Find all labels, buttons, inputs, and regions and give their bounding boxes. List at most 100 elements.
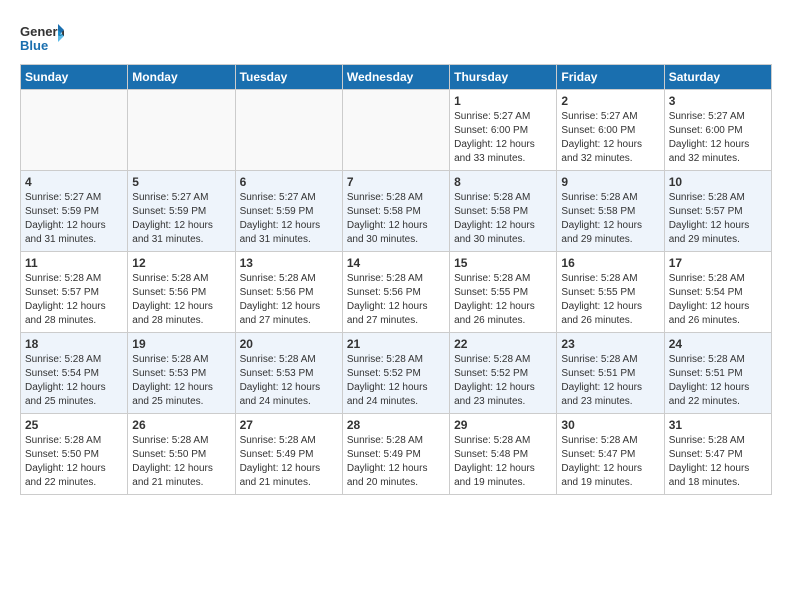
day-number: 23 xyxy=(561,337,659,351)
day-info: Sunrise: 5:28 AMSunset: 5:51 PMDaylight:… xyxy=(561,353,659,409)
calendar-cell: 26 Sunrise: 5:28 AMSunset: 5:50 PMDayligh… xyxy=(128,414,235,495)
svg-text:General: General xyxy=(20,24,64,39)
day-number: 7 xyxy=(347,175,445,189)
day-info: Sunrise: 5:28 AMSunset: 5:57 PMDaylight:… xyxy=(669,191,767,247)
day-info: Sunrise: 5:28 AMSunset: 5:58 PMDaylight:… xyxy=(561,191,659,247)
calendar-header-row: SundayMondayTuesdayWednesdayThursdayFrid… xyxy=(21,65,772,90)
calendar-cell: 16Sunrise: 5:28 AMSunset: 5:55 PMDayligh… xyxy=(557,252,664,333)
day-number: 14 xyxy=(347,256,445,270)
day-number: 12 xyxy=(132,256,230,270)
day-info: Sunrise: 5:28 AMSunset: 5:55 PMDaylight:… xyxy=(561,272,659,328)
col-header-saturday: Saturday xyxy=(664,65,771,90)
logo-icon: General Blue xyxy=(20,20,64,54)
calendar-cell: 23 Sunrise: 5:28 AMSunset: 5:51 PMDayligh… xyxy=(557,333,664,414)
calendar-week-5: 25 Sunrise: 5:28 AMSunset: 5:50 PMDayligh… xyxy=(21,414,772,495)
day-info: Sunrise: 5:28 AMSunset: 5:53 PMDaylight:… xyxy=(240,353,338,409)
day-info: Sunrise: 5:27 AMSunset: 5:59 PMDaylight:… xyxy=(25,191,123,247)
calendar-cell: 15 Sunrise: 5:28 AMSunset: 5:55 PMDayligh… xyxy=(450,252,557,333)
svg-text:Blue: Blue xyxy=(20,38,48,53)
day-info: Sunrise: 5:27 AMSunset: 6:00 PMDaylight:… xyxy=(669,110,767,166)
calendar-cell: 4 Sunrise: 5:27 AMSunset: 5:59 PMDaylight… xyxy=(21,171,128,252)
day-info: Sunrise: 5:28 AMSunset: 5:50 PMDaylight:… xyxy=(25,434,123,490)
day-info: Sunrise: 5:28 AMSunset: 5:56 PMDaylight:… xyxy=(132,272,230,328)
day-number: 20 xyxy=(240,337,338,351)
day-info: Sunrise: 5:28 AMSunset: 5:51 PMDaylight:… xyxy=(669,353,767,409)
calendar-cell: 22Sunrise: 5:28 AMSunset: 5:52 PMDayligh… xyxy=(450,333,557,414)
logo: General Blue xyxy=(20,20,64,54)
col-header-monday: Monday xyxy=(128,65,235,90)
day-number: 26 xyxy=(132,418,230,432)
calendar-cell: 12 Sunrise: 5:28 AMSunset: 5:56 PMDayligh… xyxy=(128,252,235,333)
calendar-cell: 6 Sunrise: 5:27 AMSunset: 5:59 PMDaylight… xyxy=(235,171,342,252)
day-number: 6 xyxy=(240,175,338,189)
day-number: 8 xyxy=(454,175,552,189)
calendar-cell: 1 Sunrise: 5:27 AMSunset: 6:00 PMDaylight… xyxy=(450,90,557,171)
day-info: Sunrise: 5:28 AMSunset: 5:49 PMDaylight:… xyxy=(240,434,338,490)
day-info: Sunrise: 5:28 AMSunset: 5:56 PMDaylight:… xyxy=(347,272,445,328)
col-header-thursday: Thursday xyxy=(450,65,557,90)
calendar-cell: 19Sunrise: 5:28 AMSunset: 5:53 PMDayligh… xyxy=(128,333,235,414)
col-header-tuesday: Tuesday xyxy=(235,65,342,90)
day-info: Sunrise: 5:27 AMSunset: 6:00 PMDaylight:… xyxy=(561,110,659,166)
calendar-table: SundayMondayTuesdayWednesdayThursdayFrid… xyxy=(20,64,772,495)
day-info: Sunrise: 5:28 AMSunset: 5:52 PMDaylight:… xyxy=(454,353,552,409)
calendar-cell: 11Sunrise: 5:28 AMSunset: 5:57 PMDayligh… xyxy=(21,252,128,333)
day-number: 24 xyxy=(669,337,767,351)
day-info: Sunrise: 5:28 AMSunset: 5:47 PMDaylight:… xyxy=(561,434,659,490)
calendar-cell: 28 Sunrise: 5:28 AMSunset: 5:49 PMDayligh… xyxy=(342,414,449,495)
calendar-cell: 21 Sunrise: 5:28 AMSunset: 5:52 PMDayligh… xyxy=(342,333,449,414)
calendar-cell: 20 Sunrise: 5:28 AMSunset: 5:53 PMDayligh… xyxy=(235,333,342,414)
calendar-cell: 27 Sunrise: 5:28 AMSunset: 5:49 PMDayligh… xyxy=(235,414,342,495)
day-number: 13 xyxy=(240,256,338,270)
calendar-cell: 7 Sunrise: 5:28 AMSunset: 5:58 PMDaylight… xyxy=(342,171,449,252)
day-number: 28 xyxy=(347,418,445,432)
day-number: 18 xyxy=(25,337,123,351)
col-header-friday: Friday xyxy=(557,65,664,90)
day-number: 25 xyxy=(25,418,123,432)
day-info: Sunrise: 5:28 AMSunset: 5:56 PMDaylight:… xyxy=(240,272,338,328)
day-number: 4 xyxy=(25,175,123,189)
day-number: 27 xyxy=(240,418,338,432)
calendar-cell xyxy=(342,90,449,171)
day-number: 15 xyxy=(454,256,552,270)
day-number: 30 xyxy=(561,418,659,432)
day-info: Sunrise: 5:28 AMSunset: 5:55 PMDaylight:… xyxy=(454,272,552,328)
day-number: 29 xyxy=(454,418,552,432)
calendar-cell: 3 Sunrise: 5:27 AMSunset: 6:00 PMDaylight… xyxy=(664,90,771,171)
calendar-cell xyxy=(235,90,342,171)
calendar-cell: 31 Sunrise: 5:28 AMSunset: 5:47 PMDayligh… xyxy=(664,414,771,495)
day-number: 10 xyxy=(669,175,767,189)
calendar-cell: 13 Sunrise: 5:28 AMSunset: 5:56 PMDayligh… xyxy=(235,252,342,333)
calendar-cell xyxy=(128,90,235,171)
day-info: Sunrise: 5:28 AMSunset: 5:48 PMDaylight:… xyxy=(454,434,552,490)
day-number: 3 xyxy=(669,94,767,108)
day-info: Sunrise: 5:28 AMSunset: 5:52 PMDaylight:… xyxy=(347,353,445,409)
day-number: 1 xyxy=(454,94,552,108)
calendar-cell xyxy=(21,90,128,171)
calendar-cell: 18 Sunrise: 5:28 AMSunset: 5:54 PMDayligh… xyxy=(21,333,128,414)
calendar-cell: 29 Sunrise: 5:28 AMSunset: 5:48 PMDayligh… xyxy=(450,414,557,495)
calendar-week-3: 11Sunrise: 5:28 AMSunset: 5:57 PMDayligh… xyxy=(21,252,772,333)
calendar-cell: 2Sunrise: 5:27 AMSunset: 6:00 PMDaylight… xyxy=(557,90,664,171)
calendar-cell: 9 Sunrise: 5:28 AMSunset: 5:58 PMDaylight… xyxy=(557,171,664,252)
day-number: 5 xyxy=(132,175,230,189)
calendar-cell: 10 Sunrise: 5:28 AMSunset: 5:57 PMDayligh… xyxy=(664,171,771,252)
calendar-week-1: 1 Sunrise: 5:27 AMSunset: 6:00 PMDaylight… xyxy=(21,90,772,171)
day-info: Sunrise: 5:28 AMSunset: 5:57 PMDaylight:… xyxy=(25,272,123,328)
day-number: 19 xyxy=(132,337,230,351)
day-number: 9 xyxy=(561,175,659,189)
day-number: 17 xyxy=(669,256,767,270)
day-info: Sunrise: 5:27 AMSunset: 5:59 PMDaylight:… xyxy=(240,191,338,247)
calendar-week-2: 4 Sunrise: 5:27 AMSunset: 5:59 PMDaylight… xyxy=(21,171,772,252)
day-info: Sunrise: 5:27 AMSunset: 6:00 PMDaylight:… xyxy=(454,110,552,166)
day-info: Sunrise: 5:28 AMSunset: 5:47 PMDaylight:… xyxy=(669,434,767,490)
day-info: Sunrise: 5:28 AMSunset: 5:54 PMDaylight:… xyxy=(25,353,123,409)
day-info: Sunrise: 5:28 AMSunset: 5:49 PMDaylight:… xyxy=(347,434,445,490)
day-number: 31 xyxy=(669,418,767,432)
calendar-cell: 30 Sunrise: 5:28 AMSunset: 5:47 PMDayligh… xyxy=(557,414,664,495)
calendar-cell: 24 Sunrise: 5:28 AMSunset: 5:51 PMDayligh… xyxy=(664,333,771,414)
day-number: 21 xyxy=(347,337,445,351)
day-info: Sunrise: 5:28 AMSunset: 5:58 PMDaylight:… xyxy=(347,191,445,247)
page-header: General Blue xyxy=(20,20,772,54)
day-info: Sunrise: 5:28 AMSunset: 5:50 PMDaylight:… xyxy=(132,434,230,490)
